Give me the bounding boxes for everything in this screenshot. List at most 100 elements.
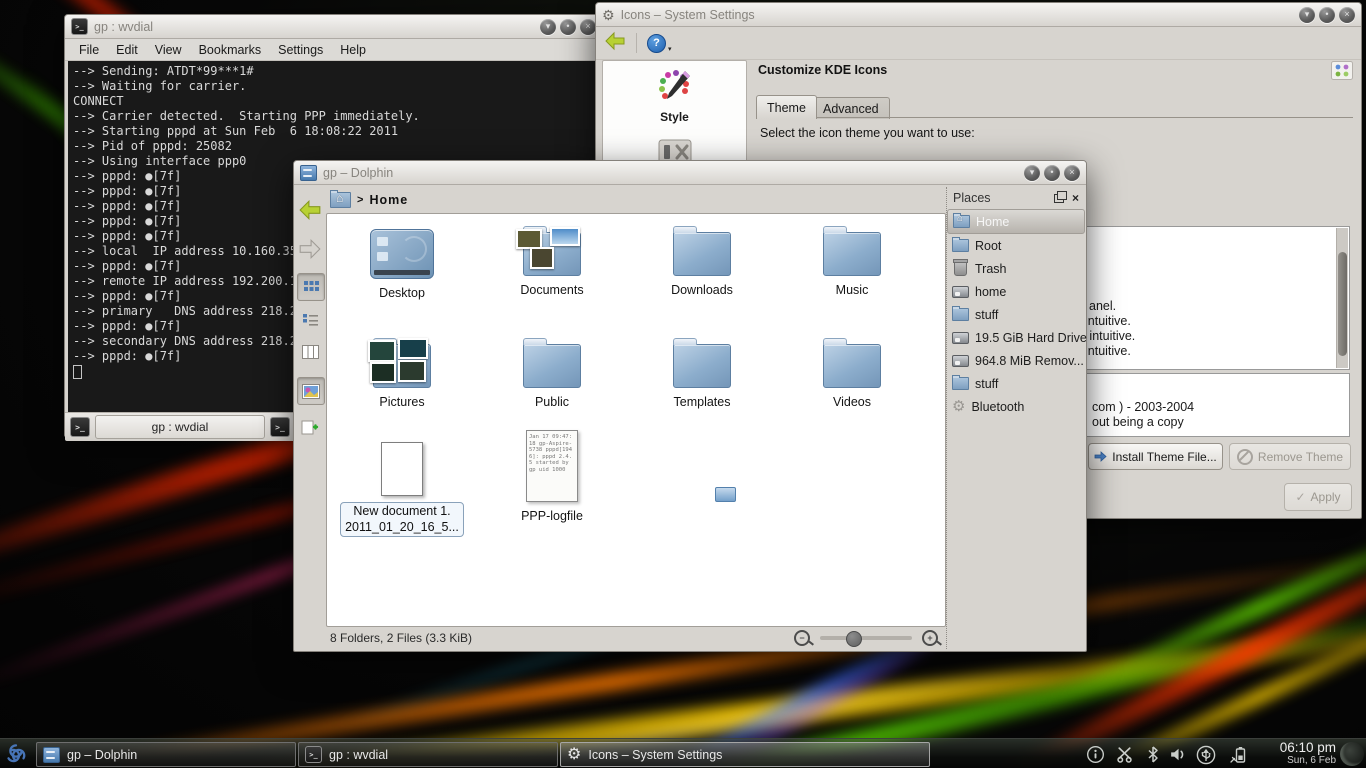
notifications-icon[interactable] xyxy=(1086,745,1105,768)
file-item-videos[interactable]: Videos xyxy=(777,334,927,409)
volume-icon[interactable] xyxy=(1168,745,1187,768)
maximize-button[interactable]: • xyxy=(1044,165,1060,181)
details-view-button[interactable] xyxy=(297,307,323,333)
dolphin-statusbar: 8 Folders, 2 Files (3.3 KiB) − + xyxy=(294,625,946,651)
file-item-ppp-logfile[interactable]: Jan 17 09:47:18 gp-Aspire-5738 pppd[1946… xyxy=(477,428,627,523)
maximize-button[interactable]: • xyxy=(1319,7,1335,23)
places-item-bluetooth[interactable]: ⚙ Bluetooth xyxy=(947,395,1085,418)
terminal-line: CONNECT xyxy=(73,94,599,109)
menu-edit[interactable]: Edit xyxy=(116,43,138,57)
forward-button[interactable] xyxy=(297,236,323,262)
close-button[interactable]: × xyxy=(580,19,596,35)
places-item-trash[interactable]: Trash xyxy=(947,257,1085,280)
gear-icon: ⚙ xyxy=(602,8,615,22)
minimize-button[interactable]: ▾ xyxy=(1299,7,1315,23)
split-view-button[interactable] xyxy=(297,415,323,441)
klipper-scissors-icon[interactable] xyxy=(1115,745,1134,768)
hard-drive-icon xyxy=(952,332,969,344)
close-panel-icon[interactable]: × xyxy=(1072,192,1079,204)
places-item-removable[interactable]: 964.8 MiB Remov... xyxy=(947,349,1085,372)
desktop-folder-icon xyxy=(370,229,434,279)
clock-date: Sun, 6 Feb xyxy=(1272,755,1336,766)
menu-settings[interactable]: Settings xyxy=(278,43,323,57)
clock[interactable]: 06:10 pm Sun, 6 Feb xyxy=(1272,740,1336,766)
float-panel-icon[interactable] xyxy=(1054,194,1064,203)
terminal-icon: >_ xyxy=(305,746,322,763)
task-system-settings[interactable]: ⚙ Icons – System Settings xyxy=(560,742,930,767)
dolphin-titlebar[interactable]: gp – Dolphin ▾ • × xyxy=(294,161,1086,185)
maximize-button[interactable]: • xyxy=(560,19,576,35)
file-item-new-document[interactable]: New document 1. 2011_01_20_16_5... xyxy=(327,434,477,537)
places-item-stuff[interactable]: stuff xyxy=(947,303,1085,326)
zoom-slider-thumb[interactable] xyxy=(846,631,862,647)
back-button[interactable] xyxy=(604,31,626,56)
launcher-button[interactable] xyxy=(3,741,29,768)
bluetooth-icon[interactable] xyxy=(1144,745,1162,768)
file-item-public[interactable]: Public xyxy=(477,334,627,409)
breadcrumb-separator: > xyxy=(357,194,363,206)
desktop: >_ gp : wvdial ▾ • × File Edit View Book… xyxy=(0,0,1366,768)
description-text-fragment: out being a copy xyxy=(1092,415,1184,429)
preview-button[interactable] xyxy=(297,377,325,405)
home-folder-icon[interactable]: ⌂ xyxy=(330,192,351,208)
removable-drive-icon xyxy=(952,355,969,367)
breadcrumb-home[interactable]: Home xyxy=(369,193,408,207)
system-settings-titlebar[interactable]: ⚙ Icons – System Settings ▾ • × xyxy=(596,3,1361,27)
tab-advanced[interactable]: Advanced xyxy=(812,97,890,119)
places-item-home[interactable]: ⌂ Home xyxy=(947,209,1085,234)
scrollbar[interactable] xyxy=(1336,228,1348,368)
zoom-out-icon[interactable]: − xyxy=(794,630,810,646)
menu-view[interactable]: View xyxy=(155,43,182,57)
file-item-documents[interactable]: Documents xyxy=(477,222,627,297)
battery-icon[interactable] xyxy=(1228,745,1248,768)
places-item-root[interactable]: Root xyxy=(947,234,1085,257)
file-item-desktop[interactable]: Desktop xyxy=(327,222,477,300)
page-title: Customize KDE Icons xyxy=(758,63,887,77)
terminal-line: --> Pid of pppd: 25082 xyxy=(73,139,599,154)
zoom-slider[interactable] xyxy=(820,636,912,640)
folder-icon xyxy=(952,239,969,252)
close-button[interactable]: × xyxy=(1339,7,1355,23)
places-item-stuff2[interactable]: stuff xyxy=(947,372,1085,395)
places-title: Places xyxy=(953,191,991,205)
terminal-tab[interactable]: gp : wvdial xyxy=(95,415,265,439)
file-item-templates[interactable]: Templates xyxy=(627,334,777,409)
tab-theme[interactable]: Theme xyxy=(756,95,817,119)
file-item-pictures[interactable]: Pictures xyxy=(327,334,477,409)
menu-bookmarks[interactable]: Bookmarks xyxy=(199,43,262,57)
close-button[interactable]: × xyxy=(1064,165,1080,181)
konsole-menubar: File Edit View Bookmarks Settings Help xyxy=(65,39,602,61)
panel-cashew-icon[interactable] xyxy=(1340,742,1364,766)
new-tab-button[interactable]: >_ xyxy=(70,417,90,437)
minimize-button[interactable]: ▾ xyxy=(1024,165,1040,181)
places-item-hard-drive[interactable]: 19.5 GiB Hard Drive xyxy=(947,326,1085,349)
folder-icon xyxy=(673,232,731,276)
file-item-music[interactable]: Music xyxy=(777,222,927,297)
help-button[interactable]: ? ▾ xyxy=(647,34,672,53)
zoom-in-icon[interactable]: + xyxy=(922,630,938,646)
drag-ghost-icon xyxy=(715,487,736,502)
folder-icon xyxy=(673,344,731,388)
task-wvdial[interactable]: >_ gp : wvdial xyxy=(298,742,558,767)
text-file-preview-icon: Jan 17 09:47:18 gp-Aspire-5738 pppd[1946… xyxy=(526,430,578,502)
scrollbar-thumb[interactable] xyxy=(1338,252,1347,356)
install-theme-button[interactable]: Install Theme File... xyxy=(1088,443,1223,470)
places-item-home-partition[interactable]: home xyxy=(947,280,1085,303)
dolphin-icon xyxy=(43,747,60,763)
menu-file[interactable]: File xyxy=(79,43,99,57)
back-button[interactable] xyxy=(297,197,323,223)
tab-list-button[interactable]: >_ xyxy=(270,417,290,437)
menu-help[interactable]: Help xyxy=(340,43,366,57)
minimize-button[interactable]: ▾ xyxy=(540,19,556,35)
places-header: Places × xyxy=(947,187,1085,209)
usb-device-icon[interactable] xyxy=(1196,745,1216,768)
task-dolphin[interactable]: gp – Dolphin xyxy=(36,742,296,767)
file-item-downloads[interactable]: Downloads xyxy=(627,222,777,297)
konsole-titlebar[interactable]: >_ gp : wvdial ▾ • × xyxy=(65,15,602,39)
sidebar-item-style[interactable]: Style xyxy=(603,61,746,124)
columns-view-button[interactable] xyxy=(297,339,323,365)
dolphin-file-view[interactable]: Desktop Documents Downloads Music xyxy=(326,213,946,627)
folder-icon xyxy=(823,232,881,276)
apply-button: ✓ Apply xyxy=(1284,483,1352,511)
icon-view-button[interactable] xyxy=(297,273,325,301)
